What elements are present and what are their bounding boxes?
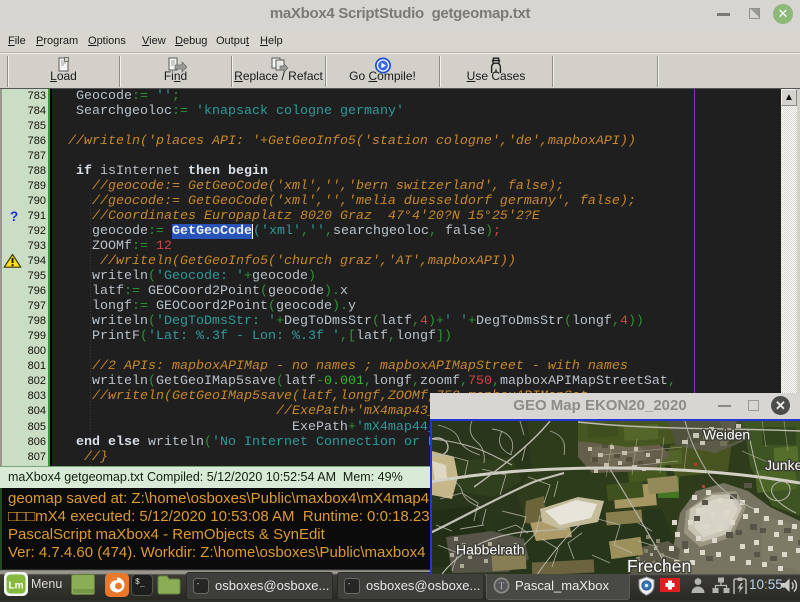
svg-text:Junkersd: Junkersd: [765, 457, 800, 473]
svg-text:Habbelrath: Habbelrath: [456, 542, 525, 558]
svg-text:-: -: [196, 581, 200, 589]
svg-text:_: _: [139, 580, 145, 589]
svg-text:Lm: Lm: [9, 581, 24, 592]
svg-text:-: -: [347, 581, 351, 589]
svg-text:Weiden: Weiden: [703, 427, 750, 443]
svg-text:T: T: [499, 581, 505, 591]
svg-text:Frechen: Frechen: [627, 556, 691, 574]
